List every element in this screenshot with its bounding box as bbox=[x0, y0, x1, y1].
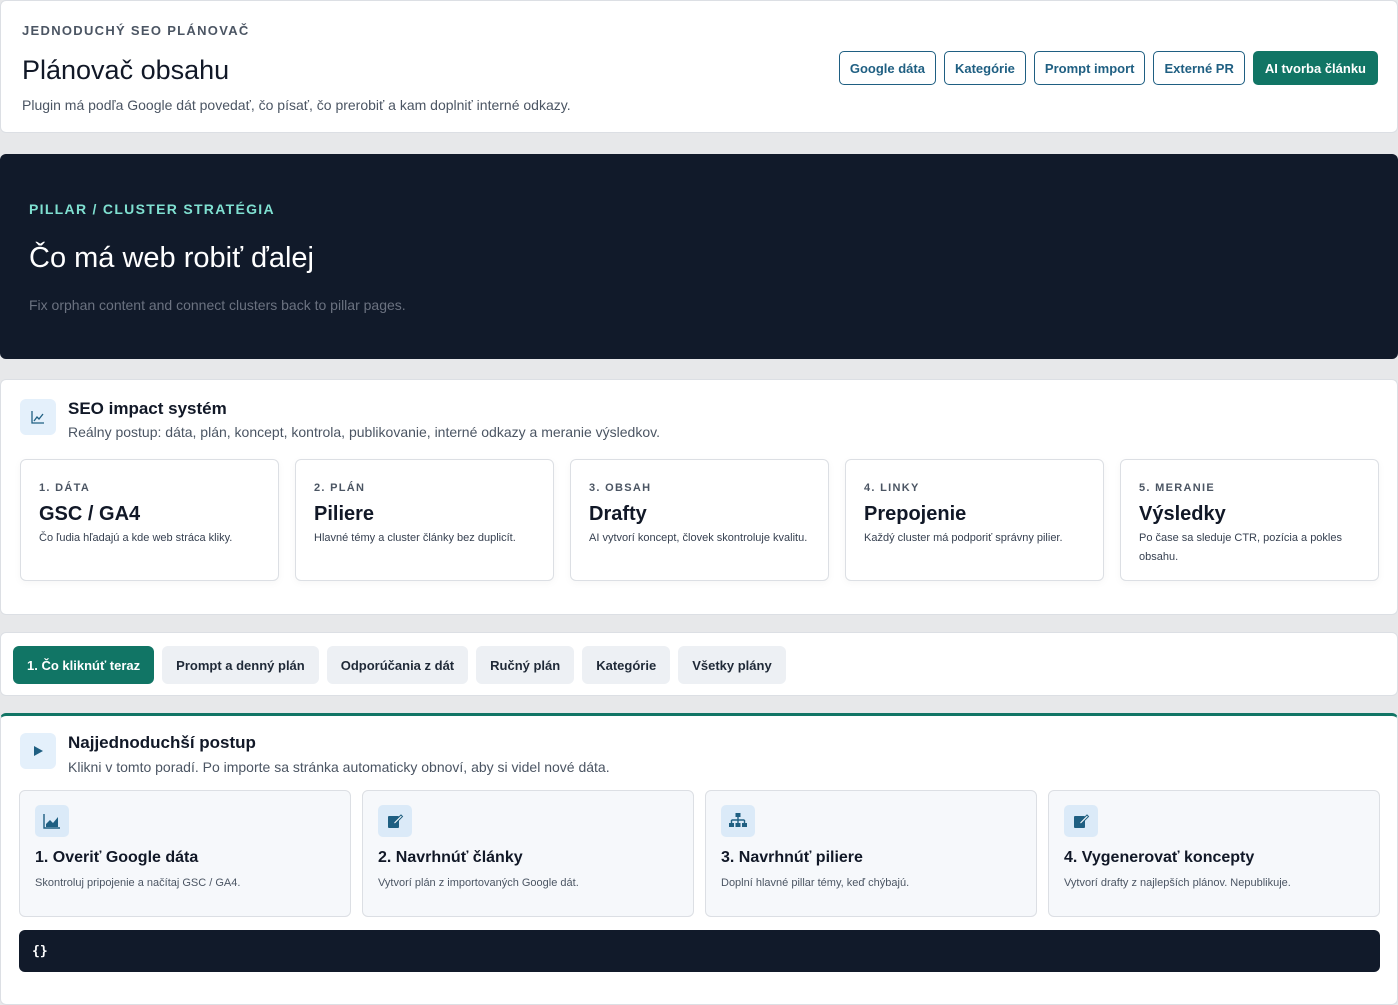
hero-text: Fix orphan content and connect clusters … bbox=[29, 297, 406, 313]
seo-impact-section: SEO impact systém Reálny postup: dáta, p… bbox=[0, 379, 1398, 615]
step-card-content: 3. OBSAH Drafty AI vytvorí koncept, člov… bbox=[570, 459, 829, 581]
action-title: 3. Navrhnúť piliere bbox=[721, 849, 863, 866]
action-title: 4. Vygenerovať koncepty bbox=[1064, 849, 1255, 866]
header-actions: Google dáta Kategórie Prompt import Exte… bbox=[838, 51, 1378, 85]
action-text: Skontroluj pripojenie a načítaj GSC / GA… bbox=[35, 877, 241, 889]
generate-drafts-card[interactable]: 4. Vygenerovať koncepty Vytvorí drafty z… bbox=[1048, 790, 1380, 917]
tab-data-recommendations[interactable]: Odporúčania z dát bbox=[326, 646, 469, 684]
step-text: Čo ľudia hľadajú a kde web stráca kliky. bbox=[39, 532, 233, 544]
verify-google-data-card[interactable]: 1. Overiť Google dáta Skontroluj pripoje… bbox=[19, 790, 351, 917]
step-card-measurement: 5. MERANIE Výsledky Po čase sa sleduje C… bbox=[1120, 459, 1379, 581]
step-kicker: 5. MERANIE bbox=[1139, 482, 1215, 494]
action-text: Doplní hlavné pillar témy, keď chýbajú. bbox=[721, 877, 910, 889]
step-title: Výsledky bbox=[1139, 503, 1226, 525]
impact-title: SEO impact systém bbox=[68, 399, 227, 418]
app-eyebrow: JEDNODUCHÝ SEO PLÁNOVAČ bbox=[22, 23, 250, 38]
step-title: Piliere bbox=[314, 503, 375, 525]
propose-pillars-card[interactable]: 3. Navrhnúť piliere Doplní hlavné pillar… bbox=[705, 790, 1037, 917]
step-kicker: 4. LINKY bbox=[864, 482, 920, 494]
tab-list: 1. Čo kliknúť teraz Prompt a denný plán … bbox=[13, 646, 786, 684]
step-title: GSC / GA4 bbox=[39, 503, 141, 525]
hero-eyebrow: PILLAR / CLUSTER STRATÉGIA bbox=[29, 201, 275, 217]
ai-article-button[interactable]: AI tvorba článku bbox=[1252, 51, 1378, 85]
tab-prompt-daily-plan[interactable]: Prompt a denný plán bbox=[162, 646, 319, 684]
hero-title: Čo má web robiť ďalej bbox=[29, 242, 314, 274]
sitemap-icon bbox=[721, 805, 755, 837]
step-title: Prepojenie bbox=[864, 503, 967, 525]
step-text: AI vytvorí koncept, človek skontroluje k… bbox=[589, 532, 808, 544]
area-chart-icon bbox=[35, 805, 69, 837]
flow-subtitle: Klikni v tomto poradí. Po importe sa str… bbox=[68, 759, 610, 775]
action-title: 1. Overiť Google dáta bbox=[35, 849, 199, 866]
tab-categories[interactable]: Kategórie bbox=[582, 646, 671, 684]
flow-title: Najjednoduchší postup bbox=[68, 733, 256, 752]
simplest-flow-section: Najjednoduchší postup Klikni v tomto por… bbox=[0, 713, 1398, 1005]
chart-line-icon bbox=[20, 399, 56, 435]
edit-icon bbox=[378, 805, 412, 837]
impact-subtitle: Reálny postup: dáta, plán, koncept, kont… bbox=[68, 424, 660, 440]
tab-all-plans[interactable]: Všetky plány bbox=[678, 646, 786, 684]
edit-icon bbox=[1064, 805, 1098, 837]
action-text: Vytvorí drafty z najlepších plánov. Nepu… bbox=[1064, 877, 1291, 889]
google-data-button[interactable]: Google dáta bbox=[838, 51, 936, 85]
step-text: Každý cluster má podporiť správny pilier… bbox=[864, 532, 1063, 544]
prompt-import-button[interactable]: Prompt import bbox=[1033, 51, 1146, 85]
tab-click-now[interactable]: 1. Čo kliknúť teraz bbox=[13, 646, 155, 684]
action-text: Vytvorí plán z importovaných Google dát. bbox=[378, 877, 579, 889]
step-text: Po čase sa sleduje CTR, pozícia a pokles… bbox=[1139, 532, 1342, 563]
categories-button[interactable]: Kategórie bbox=[943, 51, 1026, 85]
impact-steps: 1. DÁTA GSC / GA4 Čo ľudia hľadajú a kde… bbox=[20, 459, 1379, 581]
page-title: Plánovač obsahu bbox=[22, 55, 230, 85]
step-kicker: 2. PLÁN bbox=[314, 482, 366, 494]
step-card-data: 1. DÁTA GSC / GA4 Čo ľudia hľadajú a kde… bbox=[20, 459, 279, 581]
step-title: Drafty bbox=[589, 503, 647, 525]
play-icon bbox=[20, 733, 56, 769]
tabs-bar: 1. Čo kliknúť teraz Prompt a denný plán … bbox=[0, 632, 1398, 696]
step-text: Hlavné témy a cluster články bez duplicí… bbox=[314, 532, 516, 544]
step-kicker: 1. DÁTA bbox=[39, 482, 91, 494]
step-card-plan: 2. PLÁN Piliere Hlavné témy a cluster čl… bbox=[295, 459, 554, 581]
step-card-links: 4. LINKY Prepojenie Každý cluster má pod… bbox=[845, 459, 1104, 581]
strategy-hero: PILLAR / CLUSTER STRATÉGIA Čo má web rob… bbox=[0, 154, 1398, 359]
external-pr-button[interactable]: Externé PR bbox=[1153, 51, 1245, 85]
flow-actions: 1. Overiť Google dáta Skontroluj pripoje… bbox=[19, 790, 1380, 917]
json-output-console: {} bbox=[19, 930, 1380, 972]
step-kicker: 3. OBSAH bbox=[589, 482, 652, 494]
action-title: 2. Navrhnúť články bbox=[378, 849, 523, 866]
tab-manual-plan[interactable]: Ručný plán bbox=[476, 646, 575, 684]
page-subtitle: Plugin má podľa Google dát povedať, čo p… bbox=[22, 97, 571, 113]
header-card: JEDNODUCHÝ SEO PLÁNOVAČ Plánovač obsahu … bbox=[0, 0, 1398, 133]
propose-articles-card[interactable]: 2. Navrhnúť články Vytvorí plán z import… bbox=[362, 790, 694, 917]
